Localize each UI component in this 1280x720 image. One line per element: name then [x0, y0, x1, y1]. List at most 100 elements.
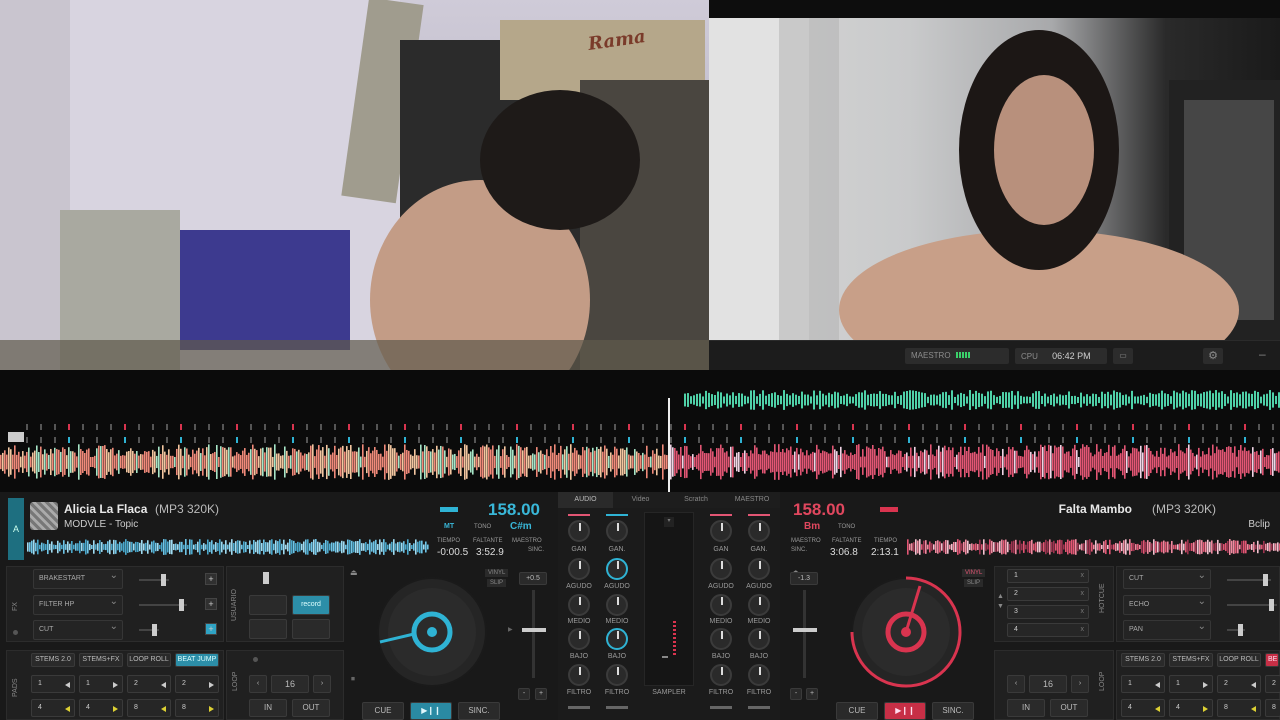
deck-a-user-toggle[interactable]: [263, 572, 269, 584]
deck-a-mode-stems[interactable]: STEMS 2.0: [31, 653, 75, 667]
deck-b-pitch-minus[interactable]: -: [790, 688, 802, 700]
deck-a-user-slot-3[interactable]: [292, 619, 330, 639]
minimize-icon[interactable]: –: [1259, 347, 1266, 361]
deck-b-hotcue-arrow-down-icon[interactable]: ▼: [997, 603, 1004, 610]
deck-b-pad-6[interactable]: 4: [1169, 699, 1213, 717]
mixer-a-mid2-knob[interactable]: [606, 594, 628, 616]
deck-a-mode-stemsfx[interactable]: STEMS+FX: [79, 653, 123, 667]
deck-a-loop-prev-icon[interactable]: ‹: [249, 675, 267, 693]
deck-b-hotcue-3[interactable]: 3x: [1007, 605, 1089, 619]
deck-a-play-button[interactable]: ▶❙❙: [410, 702, 452, 720]
deck-a-pad-2[interactable]: 1: [79, 675, 123, 693]
deck-b-pad-8[interactable]: 8: [1265, 699, 1280, 717]
deck-b-pitch-plus[interactable]: +: [806, 688, 818, 700]
mixer-b-low-knob[interactable]: [710, 628, 732, 650]
mixer-a-gain2-knob[interactable]: [606, 520, 628, 542]
deck-a-fx1-fader[interactable]: [139, 574, 169, 586]
deck-b-play-button[interactable]: ▶❙❙: [884, 702, 926, 720]
deck-b-hotcue-2[interactable]: 2x: [1007, 587, 1089, 601]
deck-b-jog-wheel[interactable]: [846, 576, 970, 696]
deck-b-fx1-fader[interactable]: [1227, 574, 1271, 586]
deck-a-loop-next-icon[interactable]: ›: [313, 675, 331, 693]
deck-a-sync-dot[interactable]: ⏹: [351, 674, 355, 684]
deck-a-pitch-value[interactable]: +0.5: [519, 572, 547, 585]
mixer-a-low-knob[interactable]: [568, 628, 590, 650]
deck-b-pitch-slider[interactable]: [803, 590, 806, 678]
deck-b-pitch-thumb[interactable]: [793, 628, 817, 632]
mixer-a-gain-knob[interactable]: [568, 520, 590, 542]
deck-b-loop-next-icon[interactable]: ›: [1071, 675, 1089, 693]
deck-a-loop-dot[interactable]: [253, 657, 258, 662]
deck-b-hotcue-1[interactable]: 1x: [1007, 569, 1089, 583]
deck-b-fx2-select[interactable]: ECHO: [1123, 593, 1211, 615]
waveform-display[interactable]: [0, 370, 1280, 492]
deck-b-pad-5[interactable]: 4: [1121, 699, 1165, 717]
deck-b-mode-stemsfx[interactable]: STEMS+FX: [1169, 653, 1213, 667]
deck-b-loop-out-button[interactable]: OUT: [1050, 699, 1088, 717]
mixer-b-gain2-knob[interactable]: [748, 520, 770, 542]
deck-b-loop-size[interactable]: 16: [1029, 675, 1067, 693]
deck-a-fx1-select[interactable]: BRAKESTART: [33, 567, 123, 589]
deck-a-user-slot-2[interactable]: [249, 619, 287, 639]
deck-a-mini-waveform[interactable]: [27, 539, 429, 555]
deck-b-mode-stems[interactable]: STEMS 2.0: [1121, 653, 1165, 667]
mixer-a-filter2-knob[interactable]: [606, 664, 628, 686]
deck-b-pad-4[interactable]: 2: [1265, 675, 1280, 693]
waveform-svg[interactable]: [0, 370, 1280, 492]
deck-a-pad-5[interactable]: 4: [31, 699, 75, 717]
deck-b-fx3-select[interactable]: PAN: [1123, 618, 1211, 640]
tab-video[interactable]: Video: [613, 492, 668, 508]
mixer-b-mid2-knob[interactable]: [748, 594, 770, 616]
deck-a-fx3-add-icon[interactable]: +: [205, 623, 217, 635]
mixer-b-volume2-fader[interactable]: [748, 706, 770, 709]
deck-b-loop-prev-icon[interactable]: ‹: [1007, 675, 1025, 693]
deck-a-record-button[interactable]: record: [292, 595, 330, 615]
deck-a-mode-beat-jump[interactable]: BEAT JUMP: [175, 653, 219, 667]
deck-b-sync-button[interactable]: SINC.: [932, 702, 974, 720]
deck-a-jog-wheel[interactable]: [372, 576, 492, 696]
tab-maestro[interactable]: MAESTRO: [724, 492, 780, 508]
deck-b-fx2-fader[interactable]: [1227, 599, 1277, 611]
deck-a-fx3-select[interactable]: CUT: [33, 618, 123, 640]
mixer-b-filter-knob[interactable]: [710, 664, 732, 686]
deck-a-pad-7[interactable]: 8: [127, 699, 171, 717]
mixer-b-filter2-knob[interactable]: [748, 664, 770, 686]
deck-a-mt[interactable]: MT: [444, 523, 454, 530]
deck-a-loop-out-button[interactable]: OUT: [292, 699, 330, 717]
deck-a-fx2-select[interactable]: FILTER HP: [33, 593, 123, 615]
deck-b-mini-waveform[interactable]: [907, 539, 1280, 555]
deck-a-pitch-plus[interactable]: +: [535, 688, 547, 700]
deck-b-pad-7[interactable]: 8: [1217, 699, 1261, 717]
deck-a-pitch-slider[interactable]: [532, 590, 535, 678]
deck-a-fx3-fader[interactable]: [139, 624, 159, 636]
mixer-a-mid-knob[interactable]: [568, 594, 590, 616]
deck-b-pad-3[interactable]: 2: [1217, 675, 1261, 693]
deck-b-pad-1[interactable]: 1: [1121, 675, 1165, 693]
deck-a-pitch-thumb[interactable]: [522, 628, 546, 632]
mixer-b-volume-fader[interactable]: [710, 706, 732, 709]
mixer-a-high-knob[interactable]: [568, 558, 590, 580]
deck-b-pad-2[interactable]: 1: [1169, 675, 1213, 693]
mixer-b-low2-knob[interactable]: [748, 628, 770, 650]
deck-a-cue-button[interactable]: CUE: [362, 702, 404, 720]
mixer-a-volume-fader[interactable]: [568, 706, 590, 709]
settings-gear-icon[interactable]: ⚙: [1203, 348, 1223, 364]
deck-b-pitch-value[interactable]: -1.3: [790, 572, 818, 585]
deck-b-mode-beat-jump[interactable]: BE: [1265, 653, 1279, 667]
deck-a-pad-1[interactable]: 1: [31, 675, 75, 693]
deck-b-hotcue-arrow-up-icon[interactable]: ▲: [997, 593, 1004, 600]
deck-b-fx3-fader[interactable]: [1227, 624, 1245, 636]
deck-a-fx2-fader[interactable]: [139, 599, 187, 611]
deck-a-mode-loop-roll[interactable]: LOOP ROLL: [127, 653, 171, 667]
deck-a-key[interactable]: C#m: [510, 521, 532, 532]
deck-a-pad-8[interactable]: 8: [175, 699, 219, 717]
mixer-b-mid-knob[interactable]: [710, 594, 732, 616]
mixer-a-high2-knob[interactable]: [606, 558, 628, 580]
deck-a-sync-button[interactable]: SINC.: [458, 702, 500, 720]
deck-a-loop-size[interactable]: 16: [271, 675, 309, 693]
deck-a-pad-3[interactable]: 2: [127, 675, 171, 693]
mixer-b-high2-knob[interactable]: [748, 558, 770, 580]
deck-a-pad-6[interactable]: 4: [79, 699, 123, 717]
deck-a-user-slot-1[interactable]: [249, 595, 287, 615]
deck-b-mode-loop-roll[interactable]: LOOP ROLL: [1217, 653, 1261, 667]
